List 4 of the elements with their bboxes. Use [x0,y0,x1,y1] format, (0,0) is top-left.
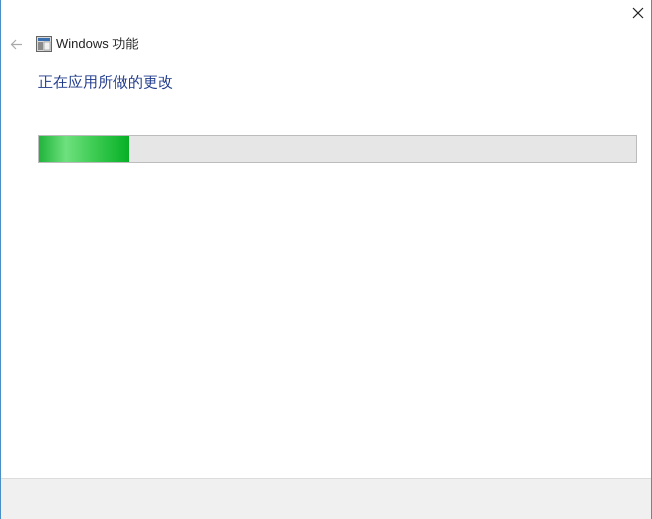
close-button[interactable] [631,6,645,20]
window-icon [36,36,52,52]
status-heading: 正在应用所做的更改 [38,73,174,93]
window-title: Windows 功能 [56,35,138,54]
